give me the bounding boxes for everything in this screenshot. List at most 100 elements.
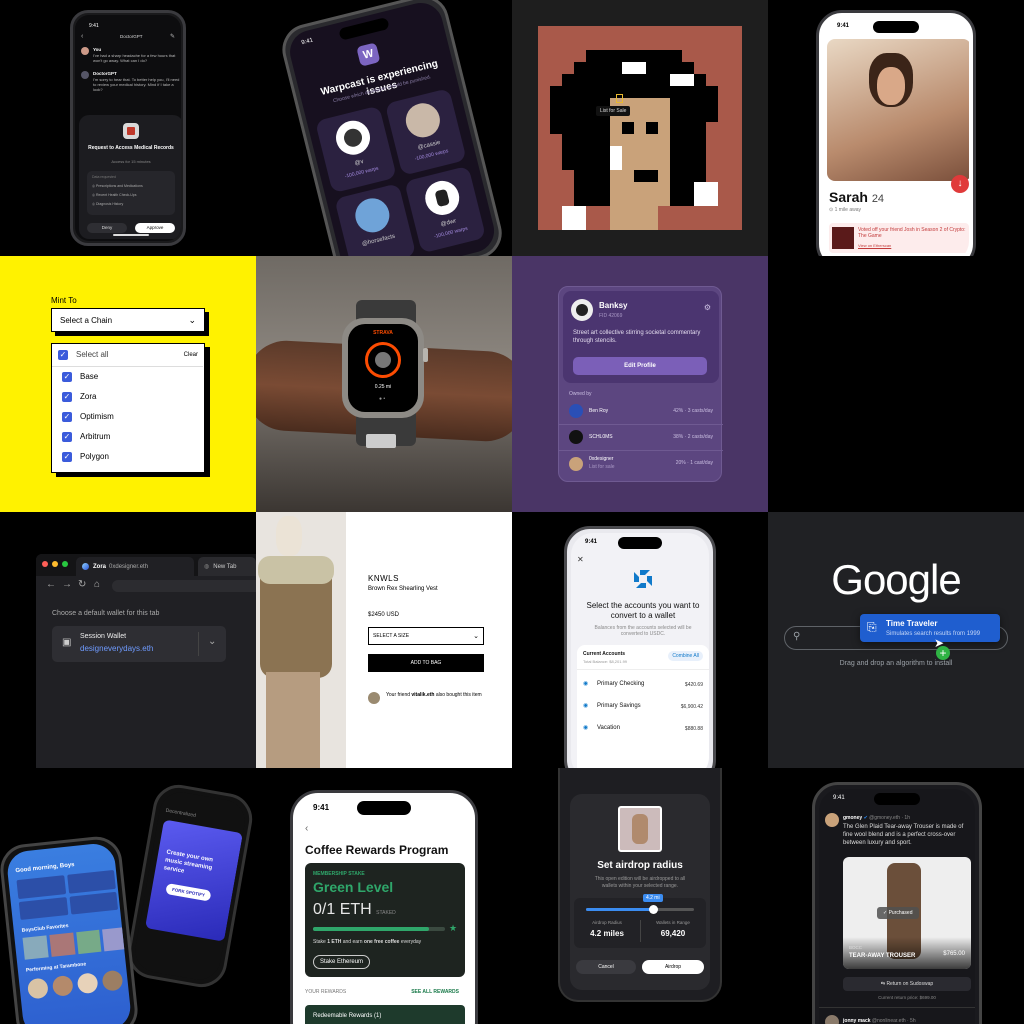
deny-button[interactable]: Deny xyxy=(87,223,127,233)
developer-card[interactable]: @dwr -100,000 warps xyxy=(404,165,487,254)
owner-row[interactable]: Ben Roy 42% · 3 casts/day xyxy=(569,403,713,421)
artist-avatar[interactable] xyxy=(76,972,99,995)
list-for-sale-tooltip[interactable]: List for Sale xyxy=(596,106,631,116)
artist-avatar[interactable] xyxy=(26,977,49,1000)
eye-icon[interactable]: ◉ xyxy=(583,724,588,731)
edit-profile-button[interactable]: Edit Profile xyxy=(573,357,707,375)
shortcut-tile[interactable] xyxy=(68,891,119,915)
artist-avatar[interactable] xyxy=(51,974,74,997)
radius-slider[interactable]: 4.2 mi xyxy=(586,894,694,914)
tile-music-app: Decentralized Create your own music stre… xyxy=(0,768,256,1024)
clear-button[interactable]: Clear xyxy=(184,352,198,358)
product-image[interactable]: ✓ Purchased BOCC TEAR-AWAY TROUSER $765.… xyxy=(843,857,971,969)
chain-option[interactable]: ✓ Arbitrum xyxy=(62,432,110,442)
close-window-icon[interactable] xyxy=(42,561,48,567)
close-icon[interactable]: ✕ xyxy=(577,555,584,564)
minimize-window-icon[interactable] xyxy=(52,561,58,567)
see-all-rewards-link[interactable]: SEE ALL REWARDS xyxy=(411,989,459,995)
chain-option[interactable]: ✓ Base xyxy=(62,372,98,382)
post-handle: @gmoney.eth · 1h xyxy=(869,815,910,821)
developer-card[interactable]: @cassie -100,000 warps xyxy=(384,88,467,176)
forward-icon[interactable]: → xyxy=(62,579,72,590)
stake-ethereum-button[interactable]: Stake Ethereum xyxy=(313,955,371,969)
list-for-sale-link[interactable]: List for sale xyxy=(589,464,615,470)
maximize-window-icon[interactable] xyxy=(62,561,68,567)
chain-option[interactable]: ✓ Polygon xyxy=(62,452,109,462)
redeemable-card[interactable]: Redeemable Rewards (1) xyxy=(305,1005,465,1024)
globe-icon: ◍ xyxy=(204,564,210,570)
compose-icon[interactable]: ✎ xyxy=(170,33,175,40)
voted-card[interactable]: Voted off your friend Josh in Season 2 o… xyxy=(829,223,969,253)
tab-new[interactable]: ◍ New Tab xyxy=(198,557,256,576)
combine-all-button[interactable]: Combine All xyxy=(668,651,703,661)
album-art[interactable] xyxy=(49,932,76,957)
tab-zora[interactable]: Zora 0xdesigner.eth xyxy=(76,557,194,576)
account-row[interactable]: ◉ Vacation $880.88 xyxy=(583,721,703,737)
wallet-select[interactable]: ▣ Session Wallet designeverydays.eth ⌄ xyxy=(52,626,226,662)
developer-card[interactable]: @v -100,000 warps xyxy=(314,105,397,194)
owner-row[interactable]: 0xdesigner List for sale 20% · 1 cast/da… xyxy=(569,455,713,475)
chat-header: DoctorGPT xyxy=(120,34,143,39)
album-art[interactable] xyxy=(102,926,129,952)
checkbox-checked-icon[interactable]: ✓ xyxy=(62,452,72,462)
back-icon[interactable]: ‹ xyxy=(305,823,308,834)
account-row[interactable]: ◉ Primary Savings $6,900.42 xyxy=(583,699,703,715)
home-icon[interactable]: ⌂ xyxy=(94,579,100,590)
profile-photo[interactable] xyxy=(827,39,969,181)
airdrop-button[interactable]: Airdrop xyxy=(642,960,704,974)
fid: FID 42069 xyxy=(599,313,623,319)
eye-icon[interactable]: ◉ xyxy=(583,702,588,709)
slider-knob[interactable] xyxy=(648,905,658,914)
shortcut-tile[interactable] xyxy=(18,896,68,920)
tile-warpcast: 9:41 W Warpcast is experiencing issues C… xyxy=(256,0,512,256)
cancel-button[interactable]: Cancel xyxy=(576,960,636,974)
fork-spotify-button[interactable]: FORK SPOTIFY xyxy=(165,882,212,902)
approve-button[interactable]: Approve xyxy=(135,223,175,233)
album-art[interactable] xyxy=(22,935,49,960)
chain-option[interactable]: ✓ Optimism xyxy=(62,412,114,422)
address-bar[interactable] xyxy=(112,580,256,592)
checkbox-checked-icon[interactable]: ✓ xyxy=(62,432,72,442)
chain-select[interactable]: Select a Chain ⌄ xyxy=(51,308,205,332)
chevron-down-icon: ⌄ xyxy=(188,314,196,325)
wallets-label: Wallets in Range xyxy=(656,920,690,925)
tile-coffee-rewards: 9:41 ‹ Coffee Rewards Program MEMBERSHIP… xyxy=(256,768,512,1024)
data-item: ◎ Prescriptions and Medications xyxy=(92,184,143,188)
reload-icon[interactable]: ↻ xyxy=(78,579,86,590)
etherscan-link[interactable]: View on Etherscan xyxy=(858,243,891,248)
digital-crown[interactable] xyxy=(423,348,428,362)
avatar xyxy=(569,430,583,444)
slider-fill xyxy=(586,908,653,911)
time-traveler-card[interactable]: ⎘ Time Traveler Simulates search results… xyxy=(860,614,1000,642)
account-amount: $420.69 xyxy=(684,682,703,688)
checkbox-checked-icon[interactable]: ✓ xyxy=(62,372,72,382)
wallets-value: 69,420 xyxy=(660,929,686,938)
nft-preview xyxy=(618,806,662,852)
developer-card[interactable]: @horsefacts xyxy=(334,183,417,256)
back-icon[interactable]: ← xyxy=(46,579,56,590)
accounts-card: Current Accounts Total Balance: $8,201.9… xyxy=(577,645,709,768)
checkbox-checked-icon[interactable]: ✓ xyxy=(62,412,72,422)
return-price: Current return price: $699.00 xyxy=(878,995,936,1000)
checkbox-checked-icon[interactable]: ✓ xyxy=(58,350,68,360)
account-row[interactable]: ◉ Primary Checking $420.69 xyxy=(583,677,703,693)
return-button[interactable]: ⇆ Return on Sudoswap xyxy=(843,977,971,991)
eye-icon[interactable]: ◉ xyxy=(583,680,588,687)
back-icon[interactable]: ‹ xyxy=(81,33,83,40)
warpcast-logo-icon: W xyxy=(356,42,381,67)
reject-icon[interactable]: ↓ xyxy=(951,175,969,193)
chain-option[interactable]: ✓ Zora xyxy=(62,392,96,402)
gear-icon[interactable]: ⚙ xyxy=(704,303,711,312)
product-photo[interactable] xyxy=(256,512,346,768)
select-all-row[interactable]: ✓ Select all Clear xyxy=(58,350,198,360)
shortcut-tile[interactable] xyxy=(66,869,116,894)
pixel-art-nft[interactable] xyxy=(538,26,742,230)
size-select[interactable]: SELECT A SIZE ⌄ xyxy=(368,627,484,645)
shortcut-tile[interactable] xyxy=(16,875,66,899)
checkbox-checked-icon[interactable]: ✓ xyxy=(62,392,72,402)
owner-row[interactable]: SCHL0MS 38% · 2 casts/day xyxy=(569,429,713,447)
owned-by-label: Owned by xyxy=(569,391,592,397)
add-to-bag-button[interactable]: ADD TO BAG xyxy=(368,654,484,672)
album-art[interactable] xyxy=(75,929,102,955)
artist-avatar[interactable] xyxy=(101,969,124,992)
